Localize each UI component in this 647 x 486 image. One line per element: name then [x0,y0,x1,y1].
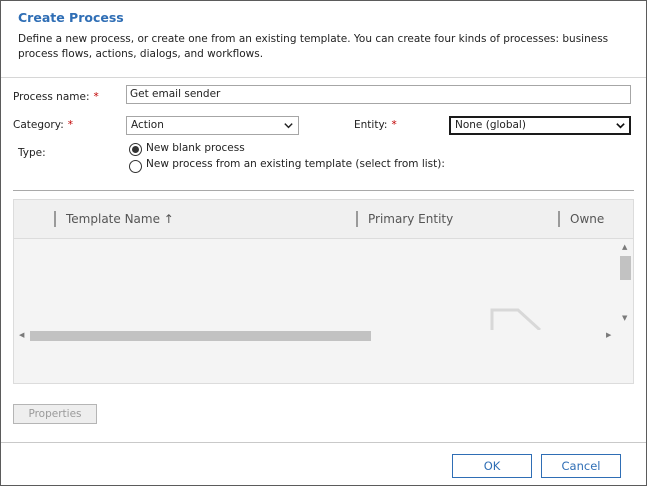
column-separator [356,211,358,227]
grid-header: Template Name ↑ Primary Entity Owne [14,200,633,239]
entity-select[interactable]: None (global) [449,116,631,135]
process-name-label-text: Process name: [13,91,90,103]
scroll-up-icon[interactable]: ▲ [622,243,627,251]
column-header-primary-entity[interactable]: Primary Entity [368,212,453,226]
required-marker: * [67,119,73,131]
entity-value: None (global) [455,119,526,131]
entity-label: Entity: * [354,119,397,131]
dialog-description: Define a new process, or create one from… [18,33,609,60]
horizontal-scroll-thumb[interactable] [30,331,371,341]
column-separator [558,211,560,227]
scroll-down-icon[interactable]: ▼ [622,314,627,322]
entity-label-text: Entity: [354,119,388,131]
dialog-header: Create Process Define a new process, or … [1,1,646,78]
column-header-owner[interactable]: Owne [570,212,604,226]
category-label: Category: * [13,119,73,131]
section-divider [13,190,634,191]
category-label-text: Category: [13,119,64,131]
required-marker: * [93,91,99,103]
chevron-down-icon [284,123,293,129]
process-name-input[interactable]: Get email sender [126,85,631,104]
properties-button[interactable]: Properties [13,404,97,424]
footer-divider [1,442,646,443]
scroll-right-icon[interactable]: ▶ [606,331,611,339]
radio-new-blank-process[interactable] [129,143,142,156]
process-name-label: Process name: * [13,91,99,103]
chevron-down-icon [616,123,625,129]
column-separator [54,211,56,227]
create-process-dialog: Create Process Define a new process, or … [0,0,647,486]
category-select[interactable]: Action [126,116,299,135]
required-marker: * [391,119,397,131]
vertical-scroll-thumb[interactable] [620,256,631,280]
radio-label-new-from-template: New process from an existing template (s… [146,158,445,170]
vertical-scrollbar[interactable]: ▲ ▼ [618,240,632,328]
type-label: Type: [18,147,46,159]
horizontal-scrollbar[interactable]: ◀ ▶ [14,328,618,342]
ok-button[interactable]: OK [452,454,532,478]
empty-grid-placeholder-icon [490,308,542,330]
scroll-left-icon[interactable]: ◀ [19,331,24,339]
template-grid: Template Name ↑ Primary Entity Owne ▲ ▼ … [13,199,634,384]
cancel-button[interactable]: Cancel [541,454,621,478]
dialog-title: Create Process [18,10,124,25]
radio-new-from-template[interactable] [129,160,142,173]
process-name-value: Get email sender [130,88,221,100]
column-header-template-name[interactable]: Template Name ↑ [66,212,174,226]
category-value: Action [131,119,164,131]
radio-label-new-blank-process: New blank process [146,142,245,154]
